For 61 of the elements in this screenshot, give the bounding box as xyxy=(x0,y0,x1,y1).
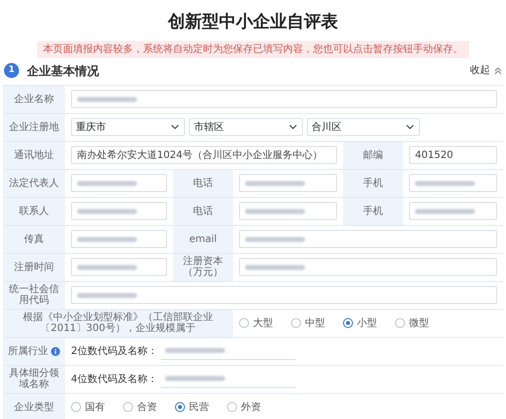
field-label: 法定代表人 xyxy=(9,178,59,188)
field-label: 邮编 xyxy=(363,150,383,160)
field-label: 所属行业 xyxy=(8,346,48,356)
field-label: 注册资本（万元） xyxy=(182,256,224,278)
field-label: 通讯地址 xyxy=(14,150,54,160)
field-label: 手机 xyxy=(363,206,383,216)
field-label: 统一社会信用代码 xyxy=(8,284,60,306)
text-field[interactable] xyxy=(239,230,497,248)
field-label: 电话 xyxy=(193,178,213,188)
radio-option[interactable]: 中型 xyxy=(291,316,325,330)
text-field[interactable] xyxy=(239,258,497,276)
radio-button[interactable] xyxy=(71,402,81,412)
dropdown[interactable]: 合川区 xyxy=(306,118,420,136)
radio-option[interactable]: 微型 xyxy=(395,316,429,330)
dropdown[interactable]: 重庆市 xyxy=(71,118,185,136)
radio-button[interactable] xyxy=(395,318,405,328)
radio-option[interactable]: 国有 xyxy=(71,400,105,414)
text-field[interactable] xyxy=(239,202,337,220)
text-field[interactable] xyxy=(409,202,497,220)
radio-option[interactable]: 大型 xyxy=(239,316,273,330)
radio-option[interactable]: 合资 xyxy=(123,400,157,414)
code-label: 2位数代码及名称： xyxy=(71,344,158,358)
text-field[interactable]: 南办处希尔安大道1024号（合川区中小企业服务中心） xyxy=(71,146,337,164)
field-label: 传真 xyxy=(24,234,44,244)
text-field[interactable] xyxy=(71,202,167,220)
field-label: 企业注册地 xyxy=(9,122,59,132)
radio-button[interactable] xyxy=(239,318,249,328)
text-field[interactable]: 401520 xyxy=(409,146,497,164)
text-field[interactable] xyxy=(71,258,167,276)
radio-option[interactable]: 外资 xyxy=(227,400,261,414)
autosave-notice: 本页面填报内容较多，系统将自动定时为您保存已填写内容，您也可以点击暂存按钮手动保存。 xyxy=(37,40,469,58)
code-label: 4位数代码及名称： xyxy=(71,372,158,386)
field-label: 根据《中小企业划型标准》（工信部联企业〔2011〕300号），企业规模属于 xyxy=(22,312,214,334)
text-field[interactable] xyxy=(71,90,497,108)
field-label: email xyxy=(189,234,217,244)
field-label: 电话 xyxy=(193,206,213,216)
section-title: 企业基本情况 xyxy=(27,62,99,80)
dropdown[interactable]: 市辖区 xyxy=(188,118,303,136)
field-label: 联系人 xyxy=(19,206,49,216)
text-field[interactable] xyxy=(239,174,337,192)
radio-option[interactable]: 民营 xyxy=(175,400,209,414)
field-label: 具体细分领域名称 xyxy=(8,368,60,390)
radio-button[interactable] xyxy=(291,318,301,328)
radio-option[interactable]: 小型 xyxy=(343,316,377,330)
field-label: 手机 xyxy=(363,178,383,188)
field-label: 注册时间 xyxy=(14,262,54,272)
text-field[interactable] xyxy=(71,174,167,192)
section-number: 1 xyxy=(4,63,19,78)
field-label: 企业类型 xyxy=(14,402,54,412)
text-field[interactable] xyxy=(409,174,497,192)
field-label: 企业名称 xyxy=(14,94,54,104)
radio-button[interactable] xyxy=(175,402,185,412)
help-icon[interactable] xyxy=(51,346,60,356)
chevron-up-icon[interactable] xyxy=(494,66,502,74)
radio-button[interactable] xyxy=(123,402,133,412)
page-title: 创新型中小企业自评表 xyxy=(166,11,339,34)
collapse-link[interactable]: 收起 xyxy=(470,63,490,78)
text-field[interactable] xyxy=(71,286,497,304)
radio-button[interactable] xyxy=(227,402,237,412)
text-field[interactable] xyxy=(71,230,167,248)
radio-button[interactable] xyxy=(343,318,353,328)
